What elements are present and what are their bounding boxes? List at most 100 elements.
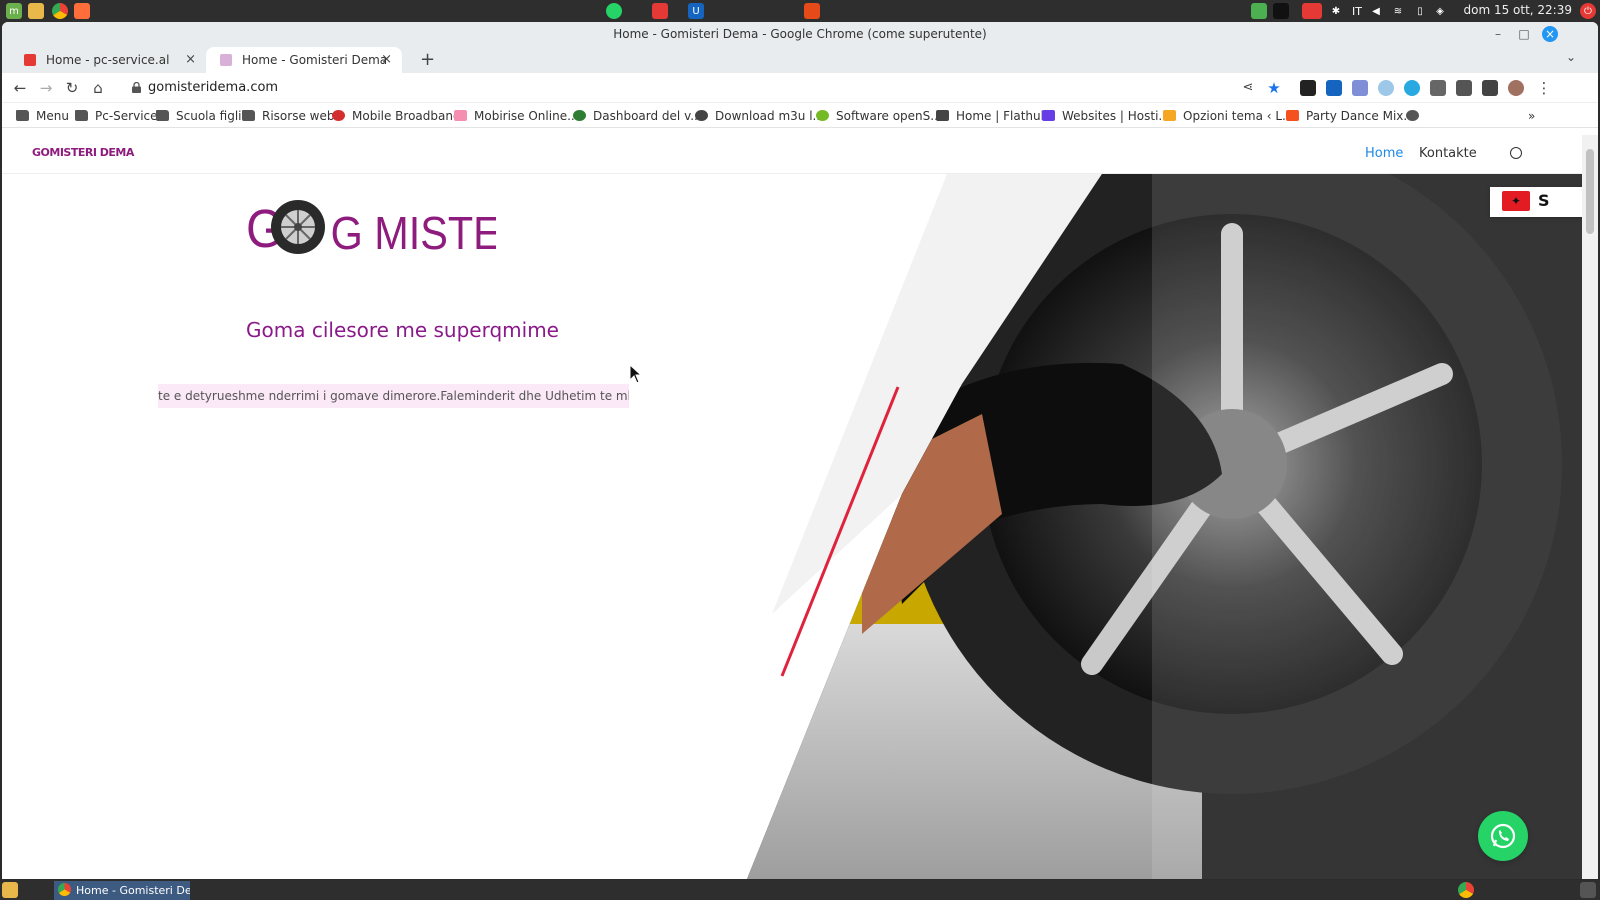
tab-label: Home - pc-service.al: [46, 53, 170, 67]
bookmark-dashboard[interactable]: Dashboard del v...: [573, 107, 702, 125]
translate-extension-icon[interactable]: [1352, 80, 1368, 96]
taskbar-item-chrome[interactable]: Home - Gomisteri De...: [54, 881, 190, 900]
bookmark-software-opensuse[interactable]: Software openS...: [816, 107, 942, 125]
share-icon[interactable]: ⋖: [1238, 78, 1258, 98]
lock-icon[interactable]: [132, 82, 141, 93]
music-icon: [1286, 110, 1299, 121]
clock[interactable]: dom 15 ott, 22:39: [1463, 3, 1572, 17]
extension-icon[interactable]: [1378, 80, 1394, 96]
browser-window: Home - Gomisteri Dema - Google Chrome (c…: [2, 22, 1598, 879]
bookmark-label: Software openS...: [836, 109, 942, 123]
bookmark-risorse-web[interactable]: Risorse web: [242, 107, 334, 125]
new-tab-button[interactable]: +: [420, 49, 435, 70]
files-icon[interactable]: [28, 3, 44, 19]
extension-icon[interactable]: [1456, 80, 1472, 96]
minimize-button[interactable]: –: [1490, 26, 1506, 42]
dashboard-icon: [573, 110, 586, 121]
bookmark-mobirise[interactable]: Mobirise Online...: [454, 107, 579, 125]
home-button[interactable]: ⌂: [88, 78, 108, 98]
globe-icon: [695, 110, 708, 121]
trash-icon[interactable]: [1580, 882, 1596, 898]
window-title: Home - Gomisteri Dema - Google Chrome (c…: [613, 27, 987, 41]
power-icon[interactable]: ⏻: [1580, 3, 1596, 19]
forward-button[interactable]: →: [36, 78, 56, 98]
os-top-panel: m U ✱ IT ◀ ≋ ▯ ◈ dom 15 ott, 22:39 ⏻: [0, 0, 1600, 22]
nav-home-link[interactable]: Home: [1365, 146, 1403, 161]
bookmark-pc-service[interactable]: Pc-Service: [75, 107, 158, 125]
more-bookmarks-chevron-icon[interactable]: »: [1528, 107, 1535, 125]
bluetooth-icon[interactable]: ✱: [1328, 3, 1344, 19]
bookmark-opzioni-tema[interactable]: Opzioni tema ‹ L...: [1163, 107, 1293, 125]
page-viewport: GOMISTERI DEMA Home Kontakte G G MISTE G…: [2, 135, 1598, 879]
big-logo-text: G MISTERI DEMA: [331, 208, 496, 259]
browser-toolbar: ← → ↻ ⌂ gomisteridema.com ⋖ ★ ⋮: [2, 73, 1598, 103]
albania-flag-icon: ✦: [1502, 191, 1530, 211]
bookmark-mobile-broadband[interactable]: Mobile Broadband: [332, 107, 461, 125]
whatsapp-tray-icon[interactable]: [606, 3, 622, 19]
folder-icon: [16, 110, 29, 121]
bookmark-party-dance[interactable]: Party Dance Mix...: [1286, 107, 1415, 125]
taskbar-item-label: Home - Gomisteri De...: [76, 884, 190, 897]
wifi-icon[interactable]: ≋: [1390, 3, 1406, 19]
language-label: S: [1538, 191, 1550, 210]
close-window-button[interactable]: ×: [1542, 26, 1558, 42]
volume-icon[interactable]: ◀: [1368, 3, 1384, 19]
tab-pc-service[interactable]: Home - pc-service.al ×: [10, 47, 206, 73]
telegram-extension-icon[interactable]: [1404, 80, 1420, 96]
workspace-chrome-icon[interactable]: [1458, 882, 1474, 898]
bookmark-label: Risorse web: [262, 109, 335, 123]
tab-gomisteri-dema[interactable]: Home - Gomisteri Dema ×: [206, 47, 402, 73]
search-icon[interactable]: [1510, 147, 1522, 159]
maximize-button[interactable]: □: [1516, 26, 1532, 42]
bookmark-star-icon[interactable]: ★: [1264, 78, 1284, 98]
whatsapp-icon: [1490, 823, 1516, 849]
tab-favicon-icon: [24, 54, 36, 66]
anydesk-icon[interactable]: [1302, 3, 1322, 19]
whatsapp-chat-button[interactable]: [1478, 811, 1528, 861]
bookmark-menu[interactable]: Menu: [16, 107, 69, 125]
bitwarden-tray-icon[interactable]: U: [688, 3, 704, 19]
bookmark-scuola-figli[interactable]: Scuola figli: [156, 107, 242, 125]
terminal-icon[interactable]: [1273, 3, 1289, 19]
extension-icon[interactable]: [1300, 80, 1316, 96]
bookmark-label: Dashboard del v...: [593, 109, 702, 123]
tab-close-icon[interactable]: ×: [381, 47, 392, 73]
nav-kontakte-link[interactable]: Kontakte: [1419, 146, 1477, 161]
page-scrollbar[interactable]: [1582, 135, 1598, 879]
bookmark-download-m3u[interactable]: Download m3u l...: [695, 107, 824, 125]
profile-avatar[interactable]: [1508, 80, 1524, 96]
back-button[interactable]: ←: [10, 78, 30, 98]
language-switcher[interactable]: ✦ S: [1490, 187, 1590, 217]
site-header: GOMISTERI DEMA Home Kontakte: [2, 135, 1582, 174]
bookmark-label: Party Dance Mix...: [1306, 109, 1415, 123]
app-tray-icon[interactable]: [804, 3, 820, 19]
folder-icon: [75, 110, 88, 121]
mint-menu-icon[interactable]: m: [6, 3, 22, 19]
system-monitor-icon[interactable]: [1251, 3, 1267, 19]
scrollbar-thumb[interactable]: [1586, 149, 1594, 234]
tab-close-icon[interactable]: ×: [185, 47, 196, 73]
bookmark-hostinger[interactable]: Websites | Hosti...: [1042, 107, 1170, 125]
reload-button[interactable]: ↻: [62, 78, 82, 98]
folder-icon: [156, 110, 169, 121]
chrome-launcher-icon[interactable]: [52, 3, 68, 19]
app-launcher-icon[interactable]: [74, 3, 90, 19]
gomisteri-dema-logo[interactable]: G G MISTERI DEMA: [246, 195, 496, 259]
chrome-menu-icon[interactable]: ⋮: [1534, 78, 1554, 98]
extension-icon[interactable]: [1326, 80, 1342, 96]
bookmark-globe[interactable]: [1406, 107, 1426, 125]
show-desktop-icon[interactable]: [2, 882, 18, 898]
side-panel-icon[interactable]: [1482, 80, 1498, 96]
globe-icon: [1406, 110, 1419, 121]
clipboard-icon[interactable]: ▯: [1412, 3, 1428, 19]
bookmark-label: Download m3u l...: [715, 109, 824, 123]
tab-search-chevron-icon[interactable]: ⌄: [1566, 50, 1576, 64]
address-bar[interactable]: gomisteridema.com: [120, 75, 1295, 101]
os-taskbar: Home - Gomisteri De...: [0, 880, 1600, 900]
flipboard-tray-icon[interactable]: [652, 3, 668, 19]
keyboard-layout-indicator[interactable]: IT: [1348, 3, 1366, 19]
extensions-puzzle-icon[interactable]: [1430, 80, 1446, 96]
bookmark-flathub[interactable]: Home | Flathub: [936, 107, 1048, 125]
site-logo[interactable]: GOMISTERI DEMA: [32, 146, 134, 159]
shield-icon[interactable]: ◈: [1432, 3, 1448, 19]
